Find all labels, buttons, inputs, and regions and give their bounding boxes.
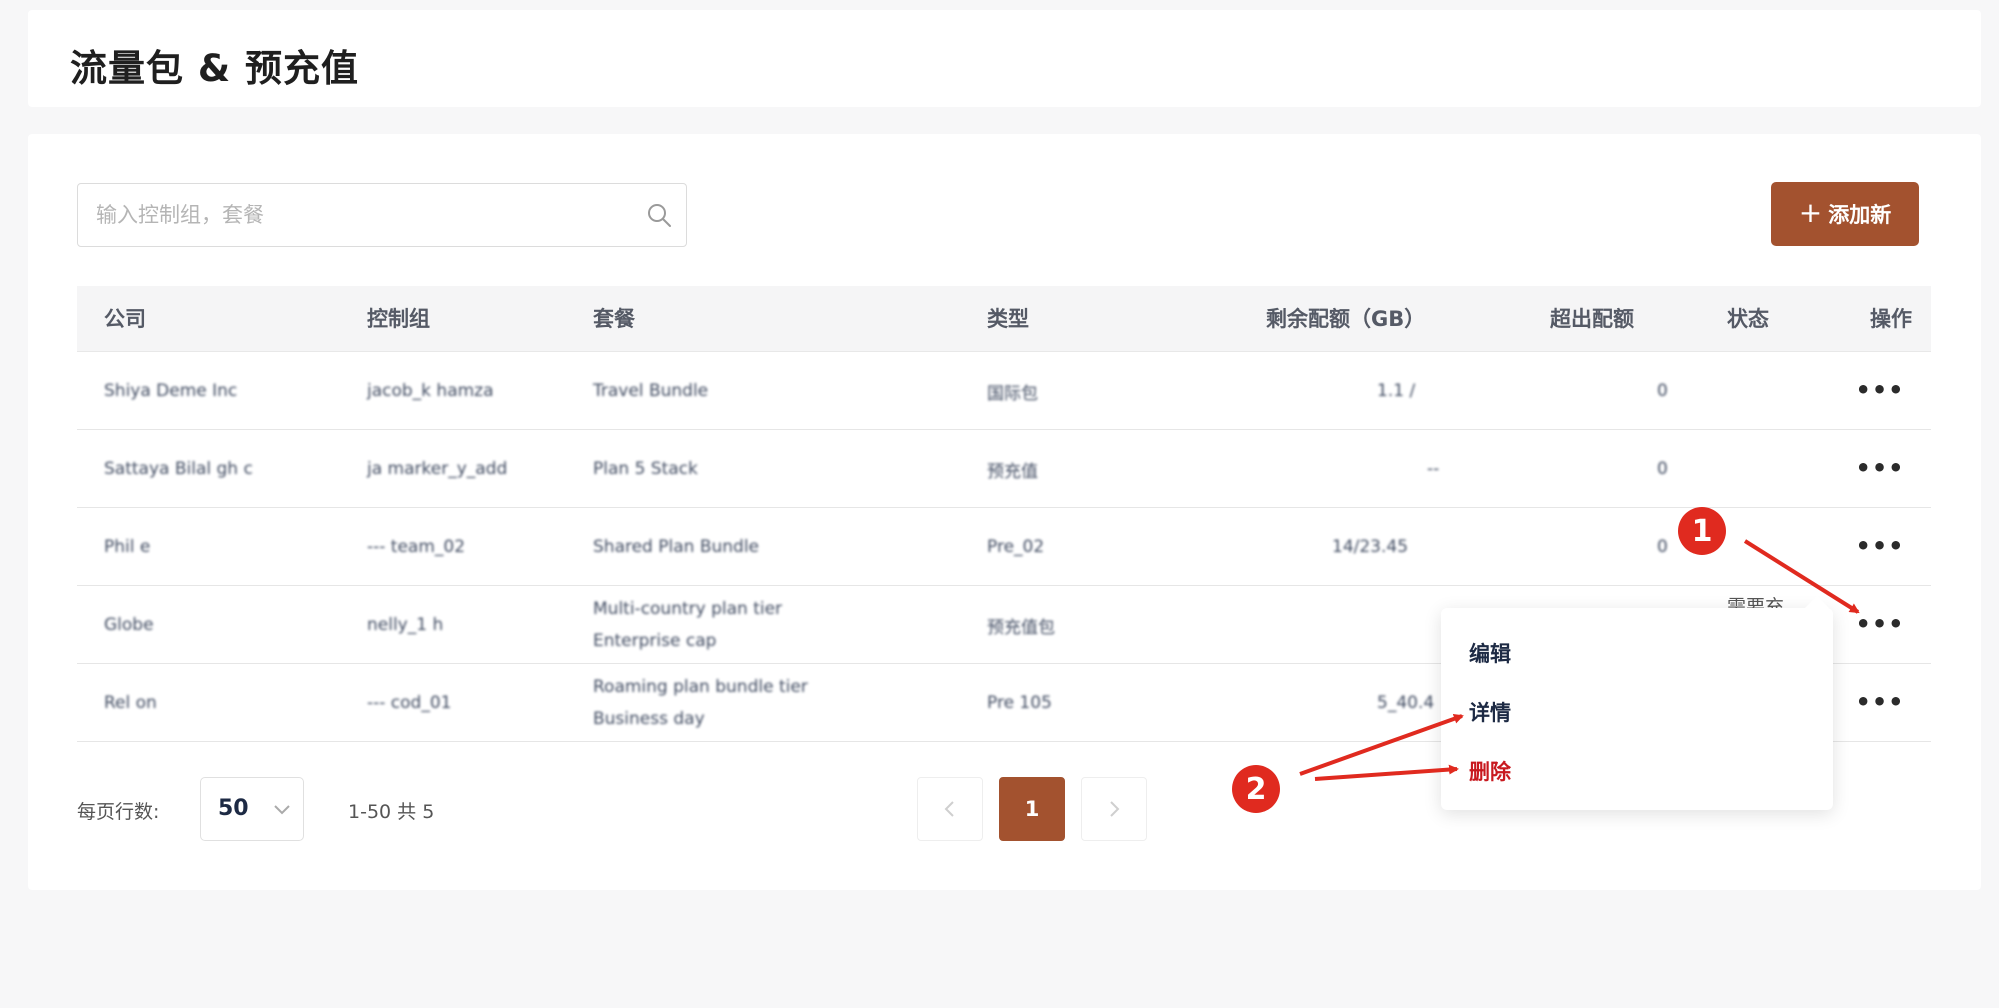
more-actions-icon[interactable]: ••• xyxy=(1855,526,1903,566)
cell-company: Globe xyxy=(104,615,154,635)
header-group: 控制组 xyxy=(367,307,430,331)
chevron-down-icon xyxy=(274,805,290,815)
header-actions: 操作 xyxy=(1870,307,1912,331)
header-remaining: 剩余配额（GB） xyxy=(1266,307,1426,331)
add-new-button[interactable]: + 添加新 xyxy=(1771,182,1919,246)
table-row: Shiya Deme Inc jacob_k hamza Travel Bund… xyxy=(77,352,1931,430)
annotation-badge-1: 1 xyxy=(1678,507,1726,555)
cell-plan-line: Enterprise cap xyxy=(593,631,717,651)
cell-type: 预充值包 xyxy=(987,617,1055,638)
page-button-current[interactable]: 1 xyxy=(999,777,1065,841)
header-card: 流量包 & 预充值 xyxy=(28,10,1981,107)
menu-caret xyxy=(1805,596,1829,608)
cell-remaining: 14/23.45 xyxy=(1332,537,1409,557)
cell-company: Sattaya Bilal gh c xyxy=(104,459,253,479)
cell-remaining: 5_40.4 xyxy=(1377,693,1435,713)
cell-overage: 0 xyxy=(1657,459,1668,479)
cell-remaining: 1.1 / xyxy=(1377,381,1416,401)
cell-plan: Plan 5 Stack xyxy=(593,459,698,479)
page-size-select[interactable]: 50 xyxy=(200,777,304,841)
cell-plan: Roaming plan bundle tier Business day xyxy=(593,664,808,742)
header-plan: 套餐 xyxy=(593,307,635,331)
cell-plan-line: Roaming plan bundle tier xyxy=(593,677,808,697)
rows-per-page-label: 每页行数: xyxy=(77,801,160,823)
menu-item-delete[interactable]: 删除 xyxy=(1469,756,1511,786)
header-type: 类型 xyxy=(987,307,1029,331)
cell-group: nelly_1 h xyxy=(367,615,444,635)
plus-icon: + xyxy=(1798,195,1823,229)
cell-group: ja marker_y_add xyxy=(367,459,508,479)
table-header: 公司 控制组 套餐 类型 剩余配额（GB） 超出配额 状态 操作 xyxy=(77,286,1931,352)
add-new-label: 添加新 xyxy=(1828,203,1892,227)
cell-group: --- cod_01 xyxy=(367,693,452,713)
menu-item-details[interactable]: 详情 xyxy=(1469,697,1511,727)
chevron-right-icon xyxy=(1110,801,1120,817)
cell-type: 预充值 xyxy=(987,461,1038,482)
cell-overage: 0 xyxy=(1657,537,1668,557)
header-status: 状态 xyxy=(1727,307,1769,331)
cell-type: 国际包 xyxy=(987,383,1038,404)
page-size-value: 50 xyxy=(218,796,249,821)
cell-plan: Shared Plan Bundle xyxy=(593,537,760,557)
cell-remaining: -- xyxy=(1427,459,1440,479)
header-overage: 超出配额 xyxy=(1550,307,1634,331)
cell-company: Phil e xyxy=(104,537,151,557)
cell-plan: Travel Bundle xyxy=(593,381,709,401)
more-actions-icon[interactable]: ••• xyxy=(1855,370,1903,410)
cell-company: Shiya Deme Inc xyxy=(104,381,238,401)
table-row: Sattaya Bilal gh c ja marker_y_add Plan … xyxy=(77,430,1931,508)
next-page-button[interactable] xyxy=(1081,777,1147,841)
row-actions-menu: 编辑 详情 删除 xyxy=(1441,596,1833,810)
page-range-text: 1-50 共 5 xyxy=(348,801,435,823)
header-company: 公司 xyxy=(104,307,146,331)
annotation-badge-2: 2 xyxy=(1232,765,1280,813)
search-icon[interactable] xyxy=(646,202,672,228)
cell-plan-line: Multi-country plan tier xyxy=(593,599,783,619)
more-actions-icon[interactable]: ••• xyxy=(1855,448,1903,488)
search-box[interactable] xyxy=(77,183,687,247)
more-actions-icon[interactable]: ••• xyxy=(1855,604,1903,644)
cell-type: Pre 105 xyxy=(987,693,1052,713)
cell-type: Pre_02 xyxy=(987,537,1045,557)
cell-group: jacob_k hamza xyxy=(367,381,494,401)
chevron-left-icon xyxy=(944,801,954,817)
cell-plan: Multi-country plan tier Enterprise cap xyxy=(593,586,782,664)
page: 流量包 & 预充值 + 添加新 公司 控制组 套餐 类型 剩余配额（GB） 超出… xyxy=(0,0,1999,1008)
cell-group: --- team_02 xyxy=(367,537,466,557)
menu-item-edit[interactable]: 编辑 xyxy=(1469,638,1511,668)
cell-plan-line: Business day xyxy=(593,709,705,729)
cell-overage: 0 xyxy=(1657,381,1668,401)
search-input[interactable] xyxy=(96,184,636,246)
cell-company: Rel on xyxy=(104,693,157,713)
table-row: Phil e --- team_02 Shared Plan Bundle Pr… xyxy=(77,508,1931,586)
prev-page-button[interactable] xyxy=(917,777,983,841)
page-title: 流量包 & 预充值 xyxy=(70,47,360,90)
more-actions-icon[interactable]: ••• xyxy=(1855,682,1903,722)
